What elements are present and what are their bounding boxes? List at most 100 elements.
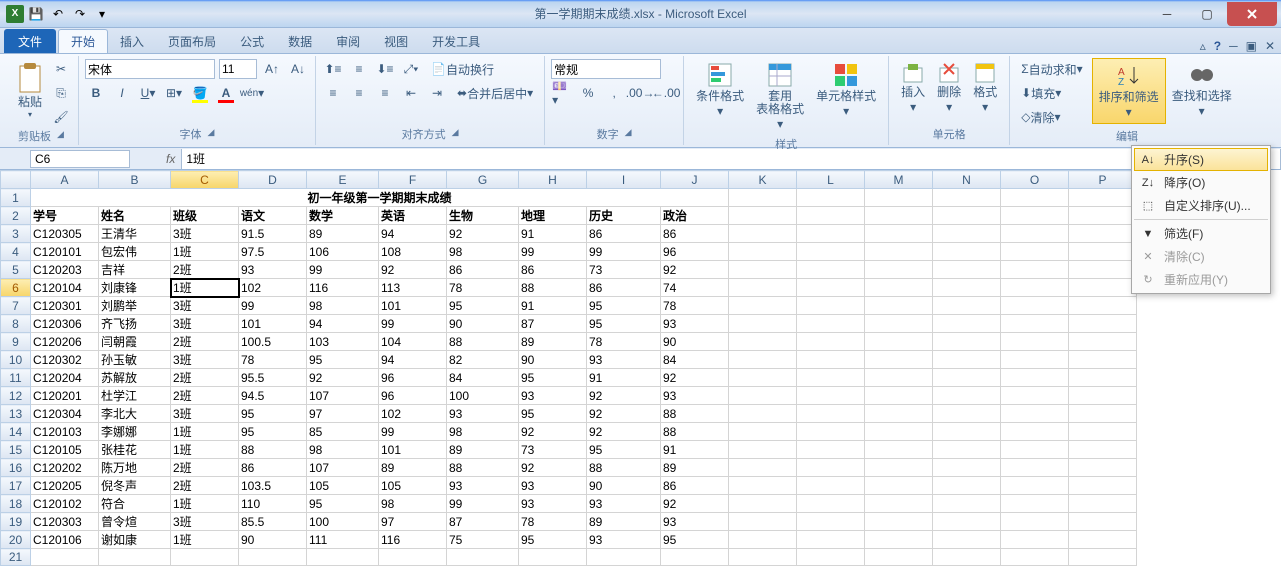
cell[interactable]: 87 <box>519 315 587 333</box>
cell[interactable] <box>865 261 933 279</box>
cell[interactable] <box>933 405 1001 423</box>
cell[interactable]: 88 <box>661 423 729 441</box>
cell[interactable]: 91 <box>519 297 587 315</box>
menu-item-sort-desc[interactable]: Z↓降序(O) <box>1134 171 1268 194</box>
row-header[interactable]: 21 <box>1 549 31 566</box>
row-header[interactable]: 2 <box>1 207 31 225</box>
cell[interactable] <box>933 477 1001 495</box>
table-header-cell[interactable]: 姓名 <box>99 207 171 225</box>
column-header[interactable]: M <box>865 171 933 189</box>
cell[interactable]: 99 <box>587 243 661 261</box>
cell[interactable]: 93 <box>587 531 661 549</box>
cell[interactable]: 89 <box>447 441 519 459</box>
cell[interactable] <box>1001 333 1069 351</box>
cell[interactable] <box>1001 243 1069 261</box>
row-header[interactable]: 9 <box>1 333 31 351</box>
cell[interactable]: 73 <box>519 441 587 459</box>
cell[interactable]: 96 <box>379 387 447 405</box>
cell[interactable]: 李娜娜 <box>99 423 171 441</box>
cell[interactable]: 92 <box>519 423 587 441</box>
cell[interactable] <box>797 459 865 477</box>
cell[interactable]: 100 <box>447 387 519 405</box>
cell[interactable]: 90 <box>239 531 307 549</box>
underline-button[interactable]: U▾ <box>137 82 159 104</box>
cell[interactable]: 孙玉敏 <box>99 351 171 369</box>
row-header[interactable]: 3 <box>1 225 31 243</box>
cell[interactable]: 95 <box>587 315 661 333</box>
cell[interactable] <box>1001 261 1069 279</box>
row-header[interactable]: 4 <box>1 243 31 261</box>
cell[interactable] <box>797 405 865 423</box>
cell[interactable]: 95 <box>587 297 661 315</box>
cell[interactable] <box>1069 297 1137 315</box>
cell[interactable]: 89 <box>661 459 729 477</box>
cell[interactable] <box>797 549 865 566</box>
fx-icon[interactable]: fx <box>160 152 181 166</box>
select-all-corner[interactable] <box>1 171 31 189</box>
cell[interactable]: 107 <box>307 459 379 477</box>
cell[interactable]: 92 <box>379 261 447 279</box>
cell[interactable]: 102 <box>379 405 447 423</box>
cell[interactable]: 89 <box>587 513 661 531</box>
cell[interactable] <box>1069 423 1137 441</box>
cell[interactable]: 78 <box>587 333 661 351</box>
column-header[interactable]: K <box>729 171 797 189</box>
cell[interactable] <box>933 369 1001 387</box>
row-header[interactable]: 18 <box>1 495 31 513</box>
cell[interactable]: 张桂花 <box>99 441 171 459</box>
save-icon[interactable]: 💾 <box>26 4 46 24</box>
align-left-icon[interactable]: ≡ <box>322 82 344 104</box>
increase-decimal-icon[interactable]: .00→ <box>629 82 651 104</box>
cell[interactable] <box>729 369 797 387</box>
worksheet-grid[interactable]: ABCDEFGHIJKLMNOP1初一年级第一学期期末成绩2学号姓名班级语文数学… <box>0 170 1281 580</box>
cell[interactable]: 113 <box>379 279 447 297</box>
cell[interactable] <box>1001 441 1069 459</box>
cell[interactable]: 94 <box>307 315 379 333</box>
column-header[interactable]: O <box>1001 171 1069 189</box>
menu-item-filter[interactable]: ▼筛选(F) <box>1134 222 1268 245</box>
dialog-launcher-icon[interactable]: ◢ <box>208 127 215 143</box>
cell[interactable] <box>797 531 865 549</box>
cell[interactable]: C120101 <box>31 243 99 261</box>
cell[interactable]: 90 <box>587 477 661 495</box>
ribbon-minimize-icon[interactable]: ▵ <box>1200 39 1206 53</box>
column-header[interactable]: C <box>171 171 239 189</box>
cell[interactable] <box>1001 189 1069 207</box>
cell[interactable] <box>933 297 1001 315</box>
table-header-cell[interactable]: 生物 <box>447 207 519 225</box>
cell[interactable]: 包宏伟 <box>99 243 171 261</box>
cell[interactable] <box>1069 441 1137 459</box>
cell[interactable] <box>307 549 379 566</box>
cell[interactable]: 86 <box>447 261 519 279</box>
cell[interactable] <box>865 351 933 369</box>
cell[interactable]: 78 <box>661 297 729 315</box>
cell[interactable]: 96 <box>661 243 729 261</box>
cell[interactable] <box>865 333 933 351</box>
redo-icon[interactable]: ↷ <box>70 4 90 24</box>
cell[interactable]: 92 <box>587 387 661 405</box>
cell[interactable] <box>797 297 865 315</box>
cell[interactable]: 85 <box>307 423 379 441</box>
column-header[interactable]: I <box>587 171 661 189</box>
menu-item-sort-asc[interactable]: A↓升序(S) <box>1134 148 1268 171</box>
cell[interactable]: 103.5 <box>239 477 307 495</box>
cell[interactable]: 1班 <box>171 423 239 441</box>
cell-styles-button[interactable]: 单元格样式▾ <box>810 58 882 122</box>
cell[interactable]: 100.5 <box>239 333 307 351</box>
cell[interactable]: 108 <box>379 243 447 261</box>
cell[interactable]: 齐飞扬 <box>99 315 171 333</box>
cell[interactable] <box>1001 315 1069 333</box>
cell[interactable] <box>1001 369 1069 387</box>
cell[interactable]: 101 <box>379 441 447 459</box>
cell[interactable] <box>1001 279 1069 297</box>
cell[interactable] <box>933 459 1001 477</box>
cell[interactable]: 98 <box>447 243 519 261</box>
cell[interactable]: 刘康锋 <box>99 279 171 297</box>
cell[interactable] <box>797 243 865 261</box>
tab-审阅[interactable]: 审阅 <box>324 29 372 53</box>
cut-button[interactable]: ✂ <box>50 58 72 80</box>
cell[interactable]: 1班 <box>171 531 239 549</box>
cell[interactable]: 95 <box>587 441 661 459</box>
cell[interactable] <box>933 495 1001 513</box>
cell[interactable] <box>729 387 797 405</box>
